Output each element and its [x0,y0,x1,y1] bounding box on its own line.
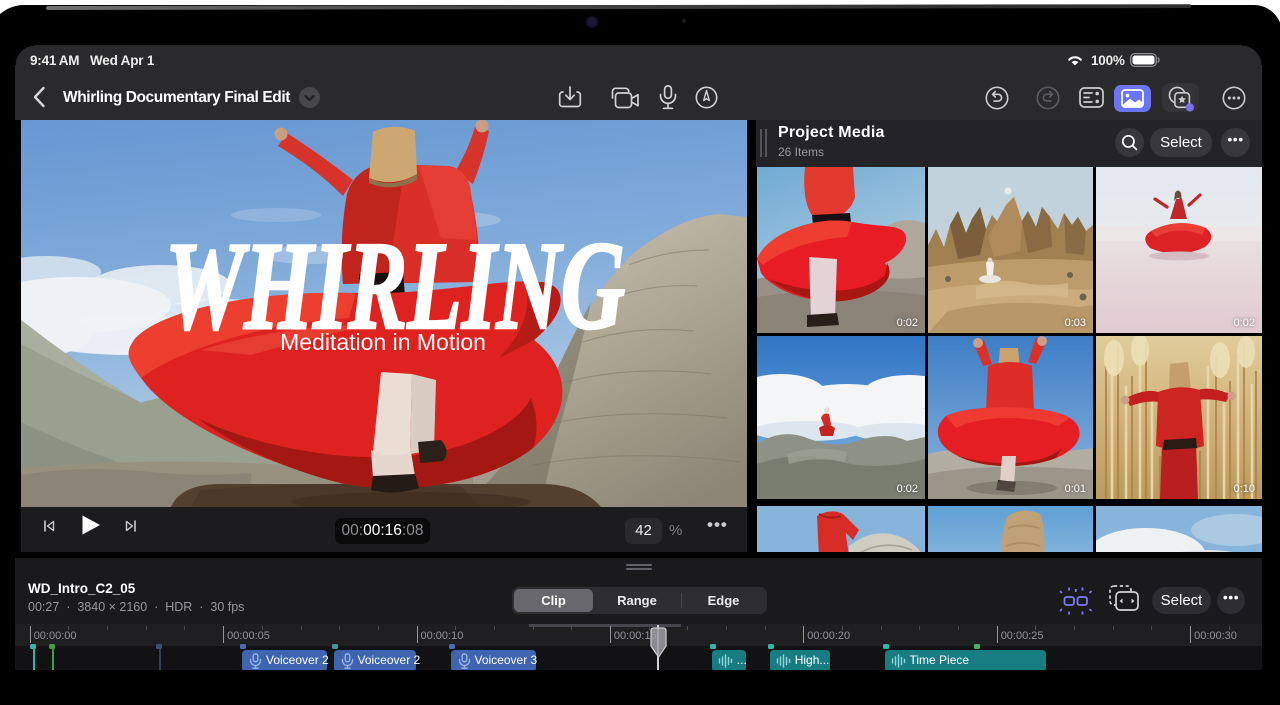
svg-text:Meditation in Motion: Meditation in Motion [280,329,486,355]
